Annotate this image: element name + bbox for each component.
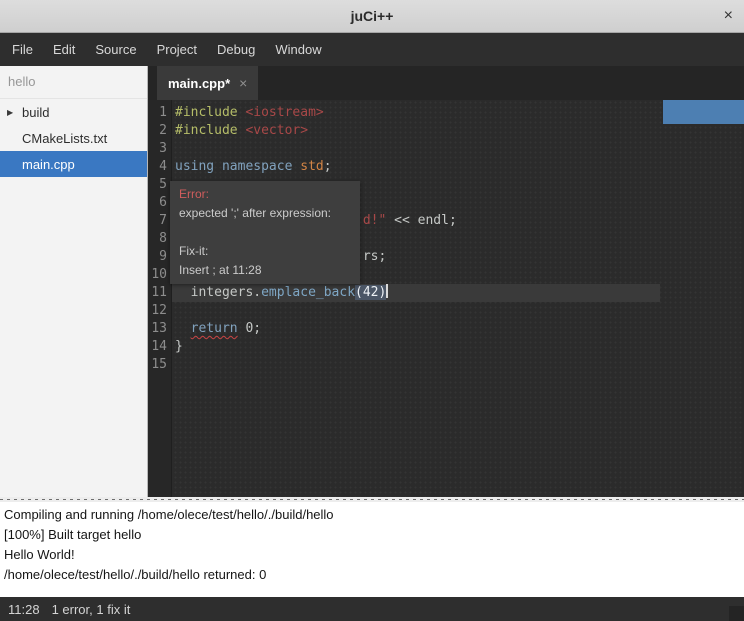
output-line: [100%] Built target hello [4,525,744,545]
menu-item-project[interactable]: Project [147,33,207,66]
code-token: std [300,159,323,174]
diagnostics-summary: 1 error, 1 fix it [52,602,131,617]
tooltip-line: Fix-it: [179,242,351,261]
code-token: #include [175,123,245,138]
output-line: Compiling and running /home/olece/test/h… [4,505,744,525]
project-root-label: hello [0,66,147,99]
line-number: 12 [148,302,171,320]
code-token: } [175,339,183,354]
tooltip-line [179,223,351,242]
resize-grip[interactable] [729,606,744,621]
code-token: <vector> [245,123,308,138]
code-token: using [175,159,214,174]
line-number: 9 [148,248,171,266]
code-token [214,159,222,174]
code-token: emplace_back [261,285,355,300]
title-bar: juCi++ × [0,0,744,33]
line-number: 10 [148,266,171,284]
tree-item-label: CMakeLists.txt [22,131,107,146]
code-token: (42) [355,285,386,300]
line-number: 13 [148,320,171,338]
line-number: 3 [148,140,171,158]
code-line-3[interactable] [172,140,660,158]
line-number: 7 [148,212,171,230]
tree-item-label: main.cpp [22,157,75,172]
code-token: namespace [222,159,292,174]
tree-item-build[interactable]: ▶ build [0,99,147,125]
tab-close-icon[interactable]: × [239,75,247,91]
file-tree-panel: hello ▶ build CMakeLists.txt main.cpp [0,66,148,497]
code-line-1[interactable]: #include <iostream> [172,104,660,122]
window-close-button[interactable]: × [724,8,733,24]
scrollbar-thumb[interactable] [663,100,744,124]
code-line-12[interactable] [172,302,660,320]
code-token: #include [175,105,245,120]
window-title: juCi++ [351,8,394,24]
code-token: <iostream> [245,105,323,120]
expander-icon[interactable]: ▶ [7,108,13,117]
code-editor[interactable]: 123456789101112131415 #include <iostream… [148,100,744,497]
output-line: Hello World! [4,545,744,565]
code-token [175,321,191,336]
line-number: 6 [148,194,171,212]
line-number: 1 [148,104,171,122]
file-tree: ▶ build CMakeLists.txt main.cpp [0,99,147,177]
code-line-13[interactable]: return 0; [172,320,660,338]
output-panel[interactable]: Compiling and running /home/olece/test/h… [0,502,744,597]
tree-item-label: build [22,105,49,120]
line-number-gutter: 123456789101112131415 [148,100,172,497]
text-cursor [386,284,388,298]
code-line-14[interactable]: } [172,338,660,356]
menu-bar: FileEditSourceProjectDebugWindow [0,33,744,66]
menu-item-window[interactable]: Window [265,33,331,66]
editor-column: main.cpp*× 123456789101112131415 #includ… [148,66,744,497]
jucipp-window: juCi++ × FileEditSourceProjectDebugWindo… [0,0,744,621]
code-token: << endl; [386,213,456,228]
code-area[interactable]: #include <iostream>#include <vector>usin… [172,100,660,497]
line-number: 15 [148,356,171,374]
tree-item-main-cpp[interactable]: main.cpp [0,151,147,177]
line-number: 4 [148,158,171,176]
code-token: . [253,285,261,300]
code-line-4[interactable]: using namespace std; [172,158,660,176]
menu-item-edit[interactable]: Edit [43,33,85,66]
tab-main-cpp[interactable]: main.cpp* × [157,66,258,100]
diagnostic-tooltip: Error:expected ';' after expression: Fix-… [170,181,360,284]
line-number: 8 [148,230,171,248]
tab-label: main.cpp* [168,76,230,91]
menu-item-file[interactable]: File [2,33,43,66]
tooltip-line: expected ';' after expression: [179,204,351,223]
menu-item-debug[interactable]: Debug [207,33,265,66]
code-line-11[interactable]: integers.emplace_back(42) [172,284,660,302]
tree-item-cmakelists-txt[interactable]: CMakeLists.txt [0,125,147,151]
cursor-position: 11:28 [8,602,40,617]
output-line: /home/olece/test/hello/./build/hello ret… [4,565,744,585]
line-number: 11 [148,284,171,302]
code-token: d!" [363,213,386,228]
code-token: ; [324,159,332,174]
code-token: integers [175,285,253,300]
tab-bar: main.cpp* × [148,66,744,100]
tooltip-error-heading: Error: [179,185,351,204]
menu-item-source[interactable]: Source [85,33,146,66]
line-number: 14 [148,338,171,356]
code-token: rs; [363,249,386,264]
tooltip-line: Insert ; at 11:28 [179,261,351,280]
code-token: return [191,321,238,336]
code-line-2[interactable]: #include <vector> [172,122,660,140]
line-number: 5 [148,176,171,194]
code-token: 0; [238,321,261,336]
status-bar: 11:28 1 error, 1 fix it [0,597,744,621]
line-number: 2 [148,122,171,140]
code-line-15[interactable] [172,356,660,374]
main-content: hello ▶ build CMakeLists.txt main.cpp main.… [0,66,744,497]
